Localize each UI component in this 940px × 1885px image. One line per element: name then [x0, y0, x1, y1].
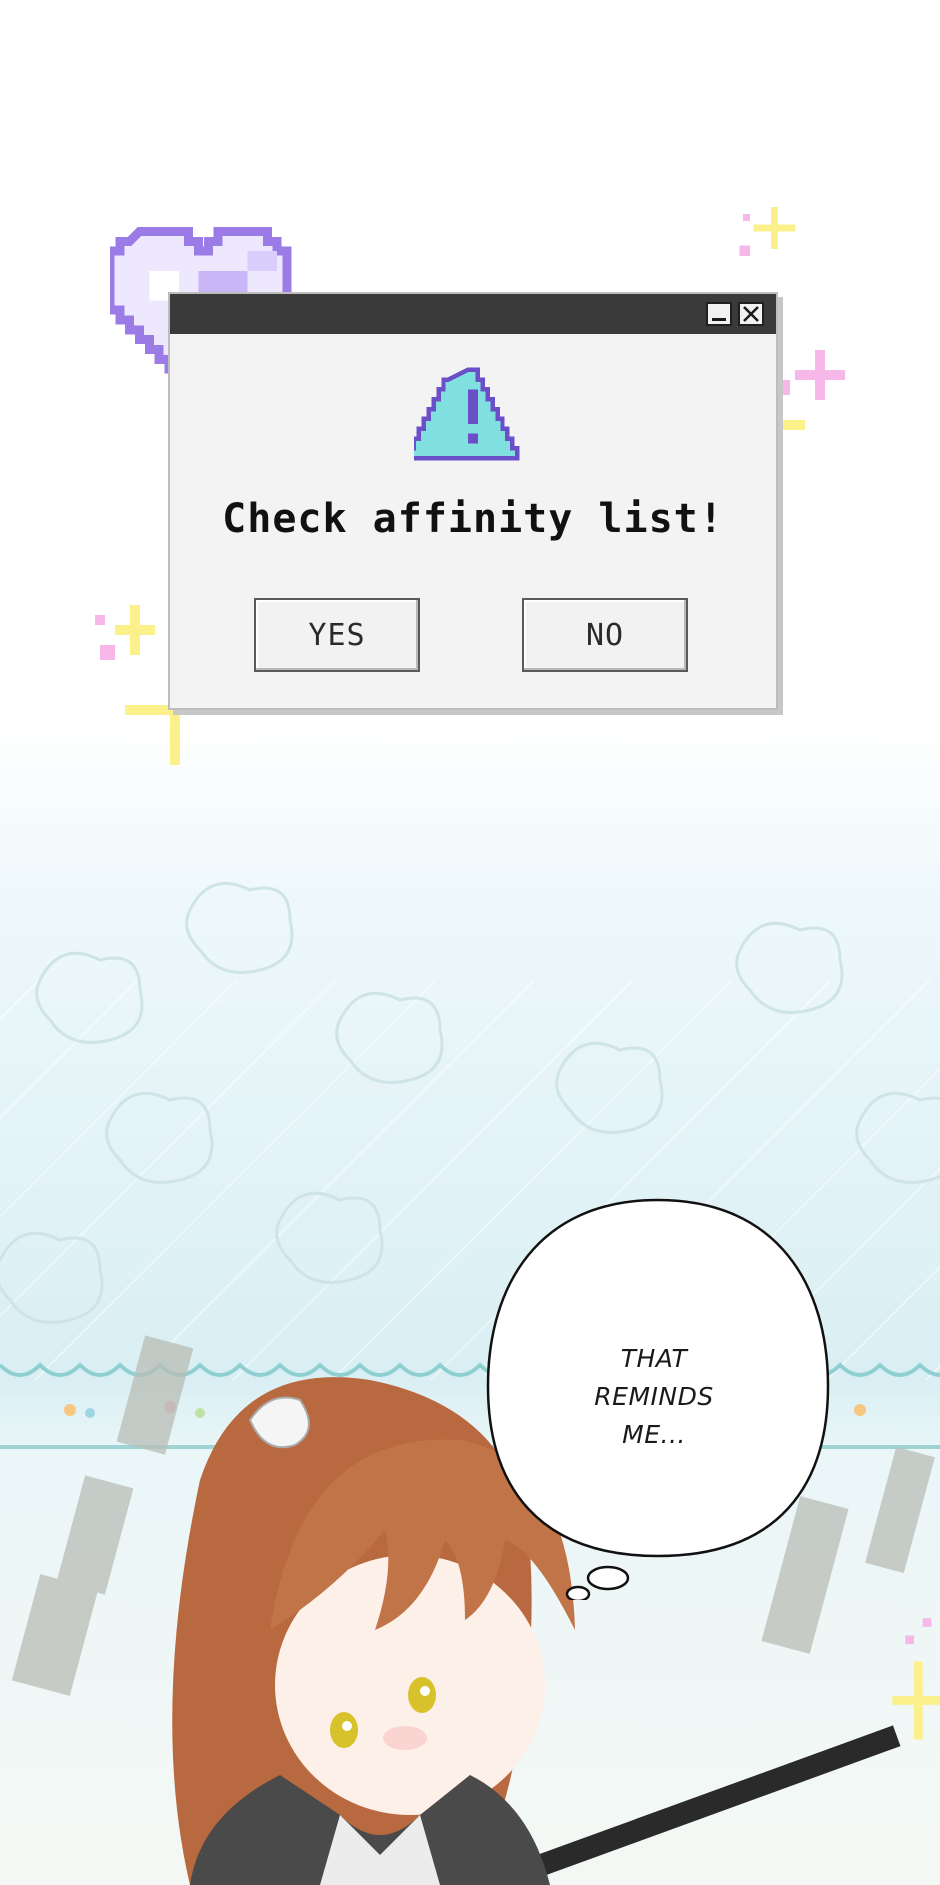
bubble-line: REMINDS — [594, 1382, 714, 1411]
close-button[interactable] — [738, 302, 764, 326]
sparkle-icon — [892, 1618, 940, 1740]
alert-dialog: Check affinity list! YES NO — [168, 292, 778, 710]
bubble-line: THAT — [620, 1344, 688, 1373]
close-icon — [743, 306, 759, 322]
sparkle-icon — [739, 207, 796, 256]
thought-bubble-text: THAT REMINDS ME... — [548, 1340, 760, 1454]
no-button[interactable]: NO — [522, 598, 688, 672]
warning-triangle-icon — [414, 367, 520, 461]
minimize-button[interactable] — [706, 302, 732, 326]
dialog-titlebar — [170, 294, 776, 334]
bubble-line: ME... — [622, 1420, 686, 1449]
yes-button[interactable]: YES — [254, 598, 420, 672]
dialog-message: Check affinity list! — [222, 496, 724, 542]
minimize-icon — [712, 317, 726, 321]
